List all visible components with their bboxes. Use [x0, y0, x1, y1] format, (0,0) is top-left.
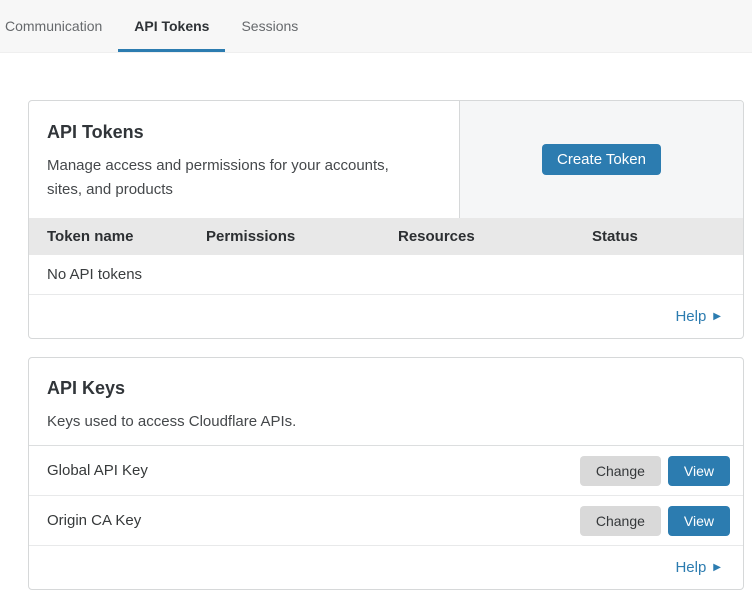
- api-keys-help-link[interactable]: Help ▶: [675, 559, 721, 576]
- token-table-header: Token name Permissions Resources Status: [29, 218, 743, 255]
- api-keys-card-header: API Keys Keys used to access Cloudflare …: [29, 358, 743, 446]
- api-key-row-origin-ca: Origin CA Key Change View: [29, 496, 743, 546]
- api-keys-card-footer: Help ▶: [29, 546, 743, 589]
- token-table-header-status: Status: [592, 228, 725, 245]
- api-key-name: Origin CA Key: [47, 512, 141, 529]
- api-tokens-card-header: API Tokens Manage access and permissions…: [29, 101, 743, 218]
- api-key-name: Global API Key: [47, 462, 148, 479]
- api-key-row-actions: Change View: [580, 456, 730, 486]
- token-table-header-permissions: Permissions: [206, 228, 398, 245]
- create-token-button[interactable]: Create Token: [542, 144, 661, 175]
- view-global-api-key-button[interactable]: View: [668, 456, 730, 486]
- token-table-empty-row: No API tokens: [29, 255, 743, 295]
- change-global-api-key-button[interactable]: Change: [580, 456, 661, 486]
- api-tokens-card-header-text: API Tokens Manage access and permissions…: [29, 101, 459, 218]
- api-tokens-help-link[interactable]: Help ▶: [675, 308, 721, 325]
- help-arrow-icon: ▶: [713, 563, 721, 573]
- api-tokens-card-header-panel: Create Token: [459, 101, 743, 218]
- token-table-empty-message: No API tokens: [47, 266, 142, 283]
- main-content: API Tokens Manage access and permissions…: [0, 100, 752, 590]
- tab-sessions[interactable]: Sessions: [225, 0, 314, 52]
- api-tokens-title: API Tokens: [47, 122, 441, 143]
- api-keys-description: Keys used to access Cloudflare APIs.: [47, 410, 725, 434]
- api-tokens-help-label: Help: [675, 308, 706, 325]
- token-table-header-token-name: Token name: [47, 228, 206, 245]
- api-keys-title: API Keys: [47, 378, 725, 399]
- token-table-header-resources: Resources: [398, 228, 592, 245]
- api-key-row-global: Global API Key Change View: [29, 446, 743, 496]
- change-origin-ca-key-button[interactable]: Change: [580, 506, 661, 536]
- api-keys-help-label: Help: [675, 559, 706, 576]
- tab-communication[interactable]: Communication: [5, 0, 118, 52]
- api-tokens-card: API Tokens Manage access and permissions…: [28, 100, 744, 339]
- help-arrow-icon: ▶: [713, 312, 721, 322]
- tab-api-tokens[interactable]: API Tokens: [118, 0, 225, 52]
- api-keys-card: API Keys Keys used to access Cloudflare …: [28, 357, 744, 590]
- api-tokens-description: Manage access and permissions for your a…: [47, 154, 441, 202]
- tab-bar: Communication API Tokens Sessions: [0, 0, 752, 53]
- api-tokens-card-footer: Help ▶: [29, 295, 743, 338]
- view-origin-ca-key-button[interactable]: View: [668, 506, 730, 536]
- api-key-row-actions: Change View: [580, 506, 730, 536]
